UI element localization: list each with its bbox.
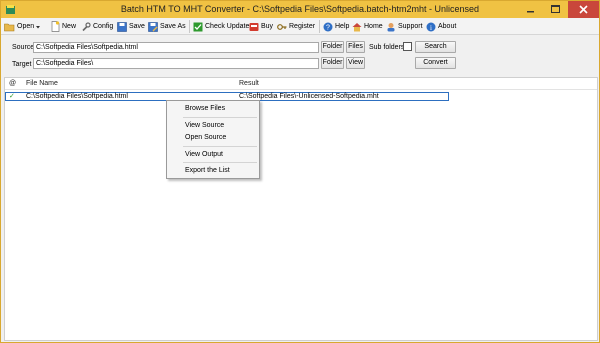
about-button[interactable]: i About — [426, 20, 456, 33]
target-label: Target — [12, 61, 32, 68]
register-label: Register — [289, 23, 316, 30]
result-column-header[interactable]: Result — [239, 80, 259, 87]
menu-separator — [183, 162, 257, 163]
source-folder-button[interactable]: Folder — [321, 41, 344, 53]
new-button[interactable]: New — [51, 20, 76, 33]
cart-icon — [249, 22, 259, 31]
convert-button[interactable]: Convert — [415, 57, 456, 69]
context-menu: Browse Files View Source Open Source Vie… — [166, 100, 260, 179]
list-header: @ File Name Result — [5, 78, 597, 90]
menu-item-view-source[interactable]: View Source — [185, 122, 224, 129]
search-button[interactable]: Search — [415, 41, 456, 53]
source-input[interactable]: C:\Softpedia Files\Softpedia.html — [33, 42, 319, 53]
register-button[interactable]: Register — [277, 20, 315, 33]
check-update-label: Check Update — [205, 23, 250, 30]
toolbar-separator — [319, 20, 320, 33]
home-label: Home — [364, 23, 383, 30]
source-files-button[interactable]: Files — [346, 41, 365, 53]
maximize-button[interactable] — [543, 1, 568, 18]
file-list[interactable]: @ File Name Result ✓ C:\Softpedia Files\… — [4, 77, 598, 341]
file-name-column-header[interactable]: File Name — [26, 80, 58, 87]
file-name-cell: C:\Softpedia Files\Softpedia.html — [26, 93, 128, 100]
subfolders-label: Sub folders — [369, 44, 405, 51]
save-as-label: Save As — [160, 23, 186, 30]
save-label: Save — [129, 23, 145, 30]
home-button[interactable]: Home — [352, 20, 383, 33]
key-icon — [277, 23, 287, 30]
app-window: Batch HTM TO MHT Converter - C:\Softpedi… — [0, 0, 600, 343]
save-icon — [117, 21, 127, 32]
new-file-icon — [51, 21, 60, 32]
toolbar: Open New Config Save Save As Check Updat… — [1, 18, 599, 35]
menu-item-browse-files[interactable]: Browse Files — [185, 105, 225, 112]
buy-button[interactable]: Buy — [249, 20, 273, 33]
svg-text:?: ? — [326, 24, 330, 31]
save-button[interactable]: Save — [117, 20, 145, 33]
new-label: New — [62, 23, 77, 30]
target-folder-button[interactable]: Folder — [321, 57, 344, 69]
check-update-button[interactable]: Check Update — [193, 20, 249, 33]
target-input[interactable]: C:\Softpedia Files\ — [33, 58, 319, 69]
dropdown-arrow-icon[interactable] — [34, 22, 42, 32]
support-label: Support — [398, 23, 423, 30]
support-button[interactable]: Support — [386, 20, 423, 33]
status-check-icon: ✓ — [9, 93, 15, 100]
config-button[interactable]: Config — [81, 20, 113, 33]
save-as-icon — [148, 21, 158, 32]
buy-label: Buy — [261, 23, 274, 30]
title-bar[interactable]: Batch HTM TO MHT Converter - C:\Softpedi… — [1, 1, 599, 18]
help-button[interactable]: ? Help — [323, 20, 349, 33]
minimize-button[interactable] — [518, 1, 543, 18]
wrench-icon — [82, 21, 91, 31]
open-label: Open — [17, 23, 35, 30]
close-button[interactable] — [568, 1, 599, 18]
target-view-button[interactable]: View — [346, 57, 365, 69]
source-label: Source — [12, 44, 35, 51]
minimize-icon — [527, 11, 534, 13]
open-button[interactable]: Open — [4, 20, 42, 33]
save-as-button[interactable]: Save As — [148, 20, 186, 33]
menu-item-open-source[interactable]: Open Source — [185, 134, 226, 141]
svg-text:i: i — [430, 24, 432, 32]
support-icon — [387, 22, 395, 31]
toolbar-separator — [189, 20, 190, 33]
home-icon — [352, 22, 362, 31]
info-icon: i — [426, 22, 436, 32]
help-icon: ? — [323, 22, 333, 31]
about-label: About — [438, 23, 457, 30]
menu-item-view-output[interactable]: View Output — [185, 151, 223, 158]
menu-separator — [183, 146, 257, 147]
status-column-header[interactable]: @ — [9, 80, 16, 87]
window-title: Batch HTM TO MHT Converter - C:\Softpedi… — [120, 4, 480, 14]
config-label: Config — [93, 23, 114, 30]
help-label: Help — [335, 23, 350, 30]
check-update-icon — [193, 22, 203, 31]
subfolders-checkbox[interactable] — [403, 42, 412, 51]
menu-item-export-list[interactable]: Export the List — [185, 167, 230, 174]
folder-open-icon — [4, 23, 15, 31]
close-icon — [579, 5, 588, 14]
menu-separator — [183, 117, 257, 118]
maximize-icon — [551, 5, 560, 13]
